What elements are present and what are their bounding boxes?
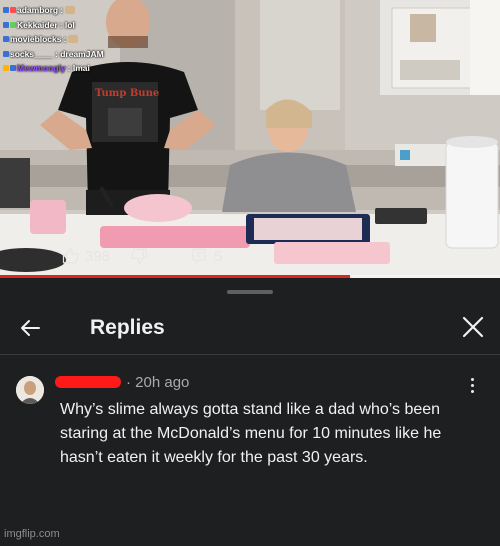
badge-icon: [3, 65, 9, 72]
chat-message: lol: [64, 19, 75, 30]
stream-chat: adamborg: Kekkaider: lol movieblocks: so…: [3, 3, 123, 76]
avatar[interactable]: [16, 376, 44, 404]
replies-header: Replies: [0, 302, 500, 354]
chat-line: Kekkaider: lol: [3, 18, 123, 33]
dot-icon: [470, 383, 474, 387]
watermark: imgflip.com: [4, 528, 60, 540]
close-button[interactable]: [458, 312, 488, 342]
dot-icon: [470, 389, 474, 393]
close-icon: [462, 316, 484, 338]
chat-username: Kekkaider: [17, 19, 58, 30]
chat-line: adamborg:: [3, 3, 123, 18]
badge-icon: [3, 7, 9, 14]
comment-text: Why’s slime always gotta stand like a da…: [60, 401, 442, 466]
chat-username: adamborg: [17, 5, 59, 16]
chat-line: socks____: dreamJAM: [3, 47, 123, 62]
chat-username: socks____: [10, 48, 54, 59]
comment-icon: [192, 248, 206, 264]
badge-icon: [10, 65, 16, 72]
replies-button[interactable]: 5: [190, 244, 222, 268]
dislike-button[interactable]: [130, 244, 148, 268]
emote-icon: [64, 6, 75, 15]
page-title: Replies: [90, 316, 165, 339]
reply-count: 5: [214, 247, 223, 265]
back-button[interactable]: [16, 314, 44, 342]
emote-icon: [68, 35, 79, 44]
drag-handle[interactable]: [227, 290, 273, 294]
comment-actions: 398 5: [0, 244, 500, 268]
header-divider: [0, 354, 500, 355]
svg-text:Tump Bune: Tump Bune: [95, 88, 159, 99]
thumbs-down-icon: [131, 248, 148, 265]
stream-video[interactable]: Tump Bune adamborg: Kekkaider: lol movi…: [0, 0, 500, 278]
badge-icon: [10, 21, 16, 28]
more-options-button[interactable]: [462, 374, 482, 396]
arrow-left-icon: [21, 320, 40, 336]
chat-message: dreamJAM: [60, 48, 104, 59]
like-button[interactable]: 398: [62, 244, 110, 268]
comment-timestamp: · 20h ago: [126, 374, 190, 391]
badge-icon: [10, 7, 16, 14]
chat-username: Mewmoogly: [17, 63, 66, 74]
avatar-image: [16, 376, 44, 404]
like-count: 398: [85, 247, 111, 265]
dot-icon: [470, 377, 474, 381]
thumbs-up-icon: [62, 247, 79, 264]
chat-username: movieblocks: [10, 34, 62, 45]
chat-line: movieblocks:: [3, 32, 123, 47]
chat-message: lmai: [72, 63, 90, 74]
author-redaction: [55, 376, 121, 388]
chat-line: Mewmoogly: lmai: [3, 61, 123, 76]
badge-icon: [3, 36, 9, 43]
badge-icon: [3, 50, 9, 57]
replies-panel: Replies · 20h ago Why’s slime always got…: [0, 278, 500, 546]
badge-icon: [3, 21, 9, 28]
